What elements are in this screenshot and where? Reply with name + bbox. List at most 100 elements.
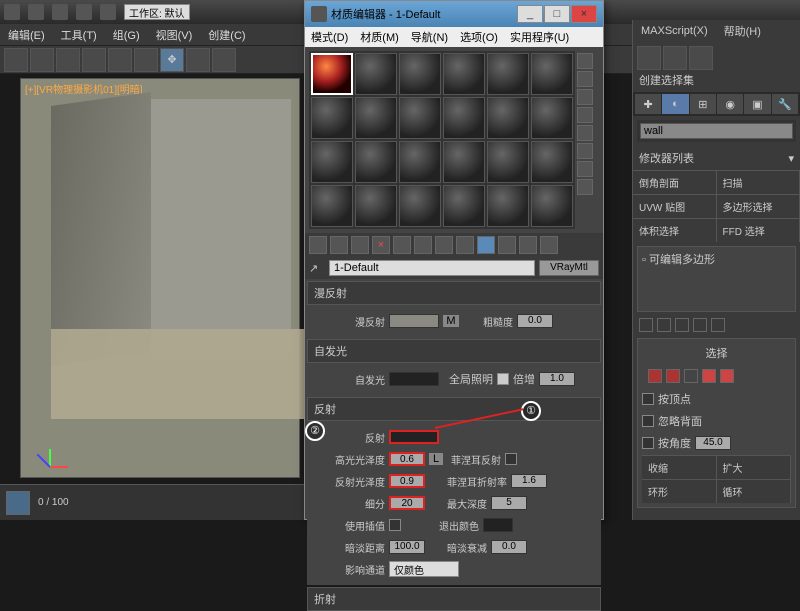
subdiv-spinner[interactable]: 20 — [389, 496, 425, 510]
select-by-mat-icon[interactable] — [577, 179, 593, 195]
show-map-icon[interactable] — [477, 236, 495, 254]
tab-motion[interactable]: ◉ — [717, 94, 743, 114]
minimize-button[interactable]: _ — [517, 5, 543, 23]
rollout-header[interactable]: 反射 — [307, 397, 601, 421]
material-slot[interactable] — [311, 53, 353, 95]
show-end-icon[interactable] — [498, 236, 516, 254]
toolbar-icon[interactable] — [663, 46, 687, 70]
rollout-header[interactable]: 折射 — [307, 587, 601, 611]
menu-edit[interactable]: 编辑(E) — [8, 27, 45, 43]
tool-move[interactable]: ✥ — [160, 48, 184, 72]
material-slot[interactable] — [487, 97, 529, 139]
affect-dropdown[interactable]: 仅颜色 — [389, 561, 459, 577]
material-slot[interactable] — [399, 53, 441, 95]
material-name-input[interactable] — [329, 260, 535, 276]
maxdepth-spinner[interactable]: 5 — [491, 496, 527, 510]
menu-tools[interactable]: 工具(T) — [61, 27, 97, 43]
modifier-button[interactable]: UVW 贴图 — [633, 195, 717, 218]
modifier-button[interactable]: FFD 选择 — [717, 219, 800, 242]
workspace-dropdown[interactable]: 工作区: 默认 — [124, 4, 190, 20]
tool-rotate[interactable] — [186, 48, 210, 72]
time-slider[interactable] — [6, 491, 30, 515]
loop-button[interactable]: 循环 — [717, 480, 792, 503]
tab-utilities[interactable]: 🔧 — [772, 94, 798, 114]
exit-color-swatch[interactable] — [483, 518, 513, 532]
tool-cursor[interactable] — [108, 48, 132, 72]
menu-view[interactable]: 视图(V) — [156, 27, 193, 43]
toolbar-icon[interactable] — [689, 46, 713, 70]
material-slot[interactable] — [487, 53, 529, 95]
menu-help[interactable]: 帮助(H) — [724, 23, 761, 39]
subobj-border[interactable] — [684, 369, 698, 383]
material-slot[interactable] — [443, 97, 485, 139]
tab-hierarchy[interactable]: ⊞ — [690, 94, 716, 114]
mat-menu-mode[interactable]: 模式(D) — [311, 29, 348, 45]
modifier-button[interactable]: 倒角剖面 — [633, 171, 717, 194]
subobj-vertex[interactable] — [648, 369, 662, 383]
go-sibling-icon[interactable] — [540, 236, 558, 254]
config-icon[interactable] — [711, 318, 725, 332]
material-slot[interactable] — [531, 53, 573, 95]
mat-id-icon[interactable] — [456, 236, 474, 254]
open-icon[interactable] — [28, 4, 44, 20]
get-material-icon[interactable] — [309, 236, 327, 254]
undo-icon[interactable] — [76, 4, 92, 20]
menu-create[interactable]: 创建(C) — [208, 27, 245, 43]
angle-spinner[interactable]: 45.0 — [695, 436, 731, 450]
material-slot[interactable] — [311, 141, 353, 183]
stack-item[interactable]: ▫ 可编辑多边形 — [642, 251, 791, 267]
tab-create[interactable]: ✚ — [635, 94, 661, 114]
material-slot[interactable] — [399, 141, 441, 183]
material-slot[interactable] — [355, 141, 397, 183]
diffuse-swatch[interactable] — [389, 314, 439, 328]
mult-spinner[interactable]: 1.0 — [539, 372, 575, 386]
mat-menu-nav[interactable]: 导航(N) — [411, 29, 448, 45]
backlight-icon[interactable] — [577, 71, 593, 87]
grow-button[interactable]: 扩大 — [717, 456, 792, 479]
maximize-button[interactable]: □ — [544, 5, 570, 23]
modifier-list-dropdown[interactable]: 修改器列表▾ — [633, 146, 800, 170]
tool-selfilter[interactable] — [82, 48, 106, 72]
uv-tile-icon[interactable] — [577, 107, 593, 123]
material-slot[interactable] — [311, 97, 353, 139]
viewport[interactable]: [+][VR物理摄影机01][明暗] — [20, 78, 300, 478]
material-slot[interactable] — [531, 185, 573, 227]
rollout-header[interactable]: 漫反射 — [307, 281, 601, 305]
assign-icon[interactable] — [351, 236, 369, 254]
background-icon[interactable] — [577, 89, 593, 105]
modifier-button[interactable]: 体积选择 — [633, 219, 717, 242]
modifier-button[interactable]: 多边形选择 — [717, 195, 800, 218]
material-slot[interactable] — [355, 53, 397, 95]
make-unique-icon[interactable] — [414, 236, 432, 254]
fresnel-checkbox[interactable] — [505, 453, 517, 465]
material-slot[interactable] — [487, 185, 529, 227]
go-parent-icon[interactable] — [519, 236, 537, 254]
video-check-icon[interactable] — [577, 125, 593, 141]
put-to-lib-icon[interactable] — [435, 236, 453, 254]
preview-icon[interactable] — [577, 143, 593, 159]
pick-icon[interactable]: ↗ — [309, 262, 325, 275]
tool-scale[interactable] — [212, 48, 236, 72]
dialog-titlebar[interactable]: 材质编辑器 - 1-Default _ □ × — [305, 1, 603, 27]
diffuse-map-button[interactable]: M — [443, 315, 459, 327]
toolbar-icon[interactable] — [637, 46, 661, 70]
by-vertex-checkbox[interactable] — [642, 393, 654, 405]
gi-checkbox[interactable]: ✓ — [497, 373, 509, 385]
subobj-edge[interactable] — [666, 369, 680, 383]
shrink-button[interactable]: 收缩 — [642, 456, 717, 479]
material-slot[interactable] — [531, 97, 573, 139]
selfillum-swatch[interactable] — [389, 372, 439, 386]
material-slot[interactable] — [355, 97, 397, 139]
use-interp-checkbox[interactable] — [389, 519, 401, 531]
subobj-poly[interactable] — [702, 369, 716, 383]
pin-stack-icon[interactable] — [639, 318, 653, 332]
material-slot[interactable] — [355, 185, 397, 227]
material-slot[interactable] — [531, 141, 573, 183]
modifier-button[interactable]: 扫描 — [717, 171, 800, 194]
mat-menu-opt[interactable]: 选项(O) — [460, 29, 498, 45]
dim-falloff-spinner[interactable]: 0.0 — [491, 540, 527, 554]
show-end-icon[interactable] — [657, 318, 671, 332]
material-type-button[interactable]: VRayMtl — [539, 260, 599, 276]
sample-type-icon[interactable] — [577, 53, 593, 69]
object-name-input[interactable] — [640, 123, 793, 139]
